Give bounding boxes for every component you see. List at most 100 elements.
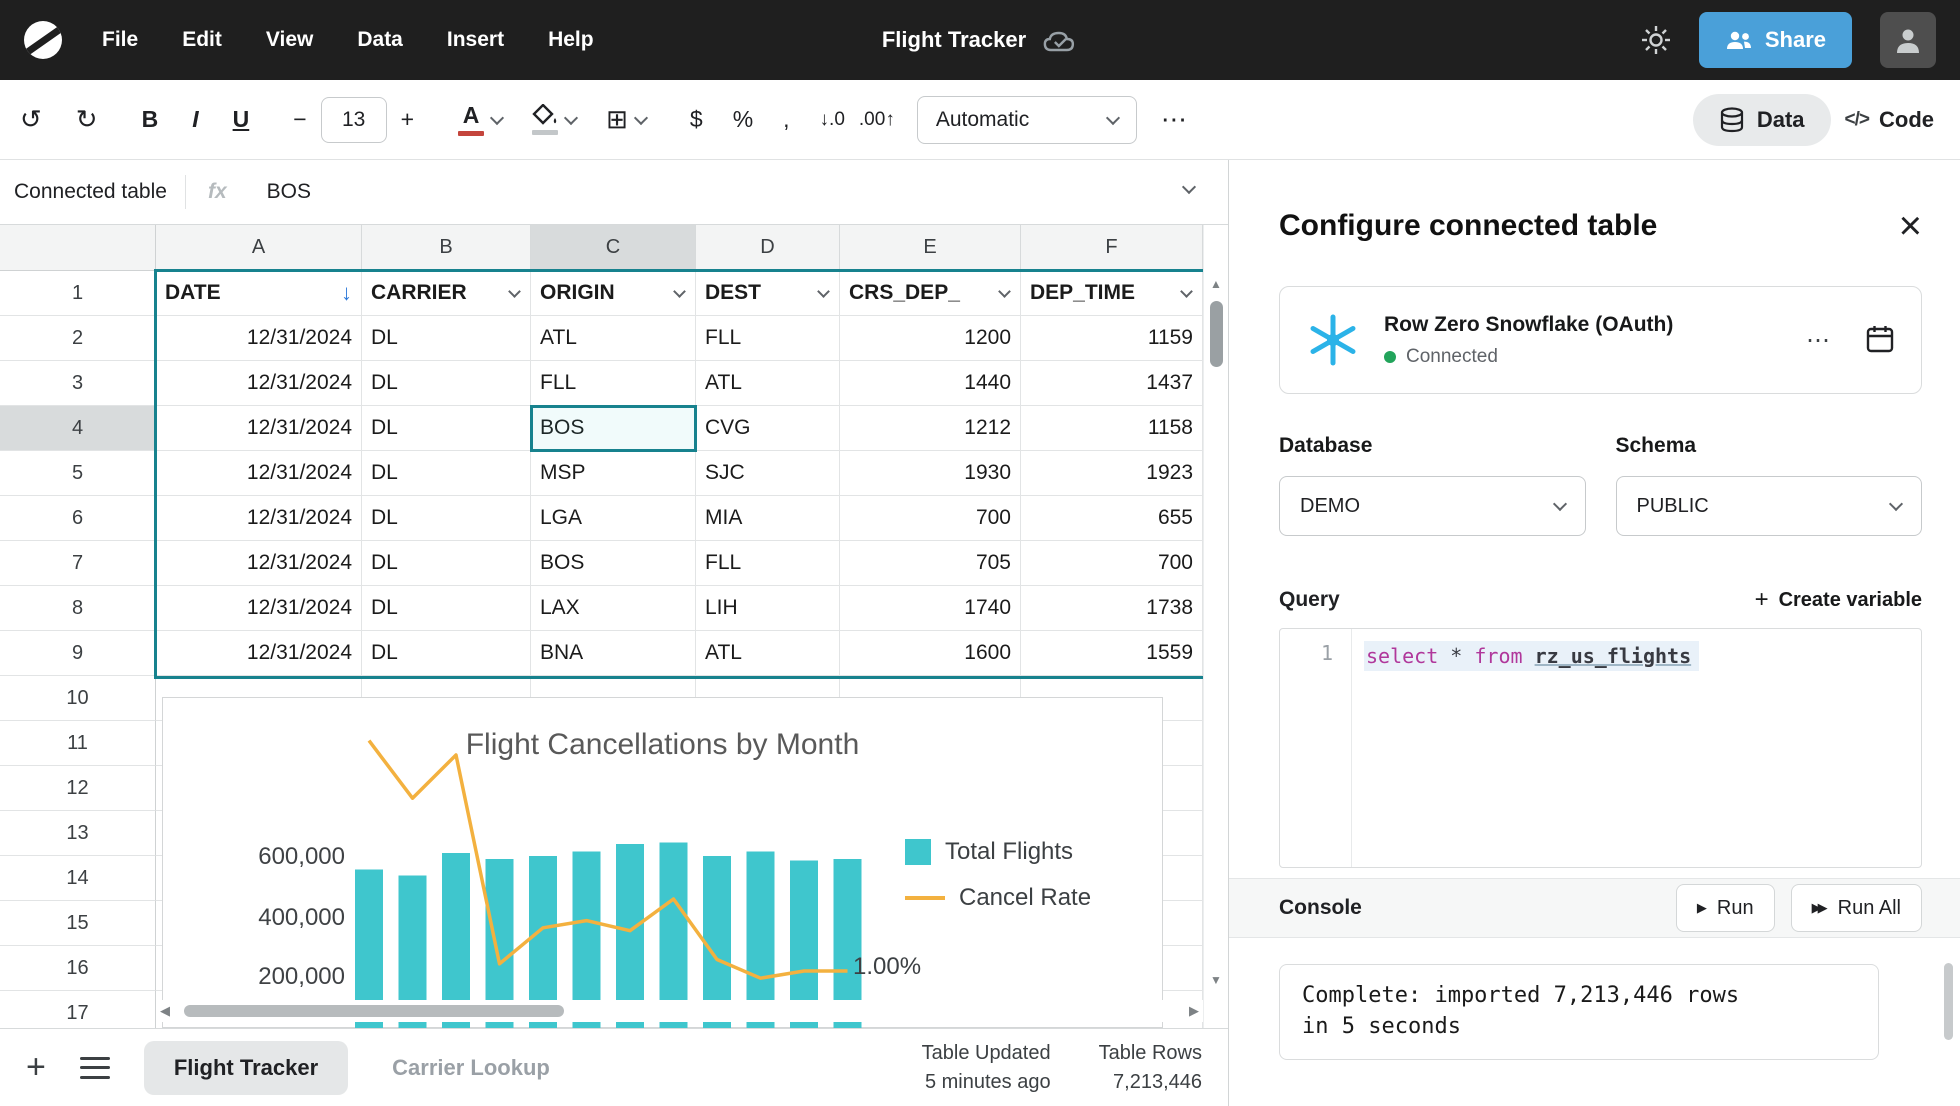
add-sheet-button[interactable]: + bbox=[26, 1048, 46, 1087]
row-header-6[interactable]: 6 bbox=[0, 496, 156, 541]
cell-C3[interactable]: FLL bbox=[531, 361, 696, 406]
panel-scroll-thumb[interactable] bbox=[1944, 963, 1953, 1040]
menu-insert[interactable]: Insert bbox=[447, 28, 504, 52]
column-header-F[interactable]: F bbox=[1021, 225, 1203, 270]
underline-button[interactable]: U bbox=[233, 106, 250, 133]
menu-help[interactable]: Help bbox=[548, 28, 594, 52]
run-all-button[interactable]: ▶▶ Run All bbox=[1791, 884, 1922, 932]
sql-editor[interactable]: 1 select * from rz_us_flights bbox=[1279, 628, 1922, 868]
italic-button[interactable]: I bbox=[192, 106, 198, 133]
connection-menu-icon[interactable]: ⋯ bbox=[1806, 326, 1831, 355]
menu-edit[interactable]: Edit bbox=[182, 28, 222, 52]
horizontal-scroll-thumb[interactable] bbox=[184, 1005, 564, 1017]
cell-A4[interactable]: 12/31/2024 bbox=[156, 406, 362, 451]
scroll-right-icon[interactable]: ▶ bbox=[1189, 1003, 1199, 1019]
cell-F6[interactable]: 655 bbox=[1021, 496, 1203, 541]
cell-E6[interactable]: 700 bbox=[840, 496, 1021, 541]
row-header-16[interactable]: 16 bbox=[0, 946, 156, 991]
row-header-2[interactable]: 2 bbox=[0, 316, 156, 361]
cell-E2[interactable]: 1200 bbox=[840, 316, 1021, 361]
run-button[interactable]: ▶ Run bbox=[1676, 884, 1775, 932]
redo-button[interactable]: ↻ bbox=[76, 104, 98, 135]
row-header-3[interactable]: 3 bbox=[0, 361, 156, 406]
tab-flight-tracker[interactable]: Flight Tracker bbox=[144, 1041, 348, 1095]
row-header-1[interactable]: 1 bbox=[0, 271, 156, 316]
cell-E8[interactable]: 1740 bbox=[840, 586, 1021, 631]
cell-B2[interactable]: DL bbox=[362, 316, 531, 361]
filter-chevron-icon[interactable] bbox=[1180, 285, 1193, 298]
create-variable-button[interactable]: + Create variable bbox=[1755, 586, 1922, 614]
schedule-calendar-icon[interactable] bbox=[1865, 324, 1895, 357]
cell-A2[interactable]: 12/31/2024 bbox=[156, 316, 362, 361]
decrease-decimal-button[interactable]: ↓.0 bbox=[820, 109, 845, 131]
row-header-17[interactable]: 17 bbox=[0, 991, 156, 1028]
scroll-left-icon[interactable]: ◀ bbox=[160, 1003, 170, 1019]
rowzero-logo[interactable] bbox=[24, 21, 62, 59]
scroll-up-icon[interactable]: ▲ bbox=[1204, 277, 1228, 291]
cell-F8[interactable]: 1738 bbox=[1021, 586, 1203, 631]
cell-B6[interactable]: DL bbox=[362, 496, 531, 541]
cell-B1[interactable]: CARRIER bbox=[362, 271, 531, 316]
cell-F7[interactable]: 700 bbox=[1021, 541, 1203, 586]
column-header-A[interactable]: A bbox=[156, 225, 362, 270]
thousands-separator-button[interactable]: , bbox=[783, 106, 789, 133]
row-header-10[interactable]: 10 bbox=[0, 676, 156, 721]
cell-B5[interactable]: DL bbox=[362, 451, 531, 496]
filter-chevron-icon[interactable] bbox=[508, 285, 521, 298]
schema-select[interactable]: PUBLIC bbox=[1616, 476, 1923, 536]
cell-C2[interactable]: ATL bbox=[531, 316, 696, 361]
vertical-scrollbar[interactable]: ▲ ▼ bbox=[1203, 225, 1228, 1028]
cell-A5[interactable]: 12/31/2024 bbox=[156, 451, 362, 496]
filter-chevron-icon[interactable] bbox=[998, 285, 1011, 298]
cell-B9[interactable]: DL bbox=[362, 631, 531, 676]
formula-bar-expand-icon[interactable] bbox=[1182, 180, 1196, 194]
increase-decimal-button[interactable]: .00↑ bbox=[859, 109, 895, 131]
close-icon[interactable]: × bbox=[1899, 206, 1922, 246]
cell-B7[interactable]: DL bbox=[362, 541, 531, 586]
cell-F1[interactable]: DEP_TIME bbox=[1021, 271, 1203, 316]
cell-F9[interactable]: 1559 bbox=[1021, 631, 1203, 676]
column-header-B[interactable]: B bbox=[362, 225, 531, 270]
font-size-input[interactable]: 13 bbox=[321, 97, 387, 143]
cell-D2[interactable]: FLL bbox=[696, 316, 840, 361]
cell-C6[interactable]: LGA bbox=[531, 496, 696, 541]
cell-E9[interactable]: 1600 bbox=[840, 631, 1021, 676]
code-panel-button[interactable]: </> Code bbox=[1845, 107, 1934, 133]
sql-code-line[interactable]: select * from rz_us_flights bbox=[1364, 641, 1699, 671]
cell-D8[interactable]: LIH bbox=[696, 586, 840, 631]
row-header-7[interactable]: 7 bbox=[0, 541, 156, 586]
cell-E7[interactable]: 705 bbox=[840, 541, 1021, 586]
cell-C9[interactable]: BNA bbox=[531, 631, 696, 676]
cell-F3[interactable]: 1437 bbox=[1021, 361, 1203, 406]
tab-carrier-lookup[interactable]: Carrier Lookup bbox=[392, 1055, 550, 1081]
row-header-11[interactable]: 11 bbox=[0, 721, 156, 766]
row-header-14[interactable]: 14 bbox=[0, 856, 156, 901]
filter-chevron-icon[interactable] bbox=[817, 285, 830, 298]
cell-F4[interactable]: 1158 bbox=[1021, 406, 1203, 451]
font-size-decrease-button[interactable]: − bbox=[293, 106, 306, 133]
filter-chevron-icon[interactable] bbox=[673, 285, 686, 298]
cell-B8[interactable]: DL bbox=[362, 586, 531, 631]
more-options-button[interactable]: ⋯ bbox=[1161, 104, 1187, 135]
menu-view[interactable]: View bbox=[266, 28, 313, 52]
percent-format-button[interactable]: % bbox=[733, 106, 753, 133]
number-format-select[interactable]: Automatic bbox=[917, 96, 1137, 144]
cell-D5[interactable]: SJC bbox=[696, 451, 840, 496]
menu-data[interactable]: Data bbox=[357, 28, 403, 52]
row-header-15[interactable]: 15 bbox=[0, 901, 156, 946]
cell-E1[interactable]: CRS_DEP_ bbox=[840, 271, 1021, 316]
cell-D9[interactable]: ATL bbox=[696, 631, 840, 676]
cell-F2[interactable]: 1159 bbox=[1021, 316, 1203, 361]
name-box[interactable]: Connected table bbox=[0, 180, 185, 204]
cell-A3[interactable]: 12/31/2024 bbox=[156, 361, 362, 406]
cell-E3[interactable]: 1440 bbox=[840, 361, 1021, 406]
corner-cell[interactable] bbox=[0, 225, 156, 270]
row-header-9[interactable]: 9 bbox=[0, 631, 156, 676]
column-header-C[interactable]: C bbox=[531, 225, 696, 270]
row-header-8[interactable]: 8 bbox=[0, 586, 156, 631]
row-header-12[interactable]: 12 bbox=[0, 766, 156, 811]
cell-D7[interactable]: FLL bbox=[696, 541, 840, 586]
cell-A9[interactable]: 12/31/2024 bbox=[156, 631, 362, 676]
data-panel-button[interactable]: Data bbox=[1693, 94, 1831, 146]
formula-input[interactable]: BOS bbox=[249, 180, 311, 204]
